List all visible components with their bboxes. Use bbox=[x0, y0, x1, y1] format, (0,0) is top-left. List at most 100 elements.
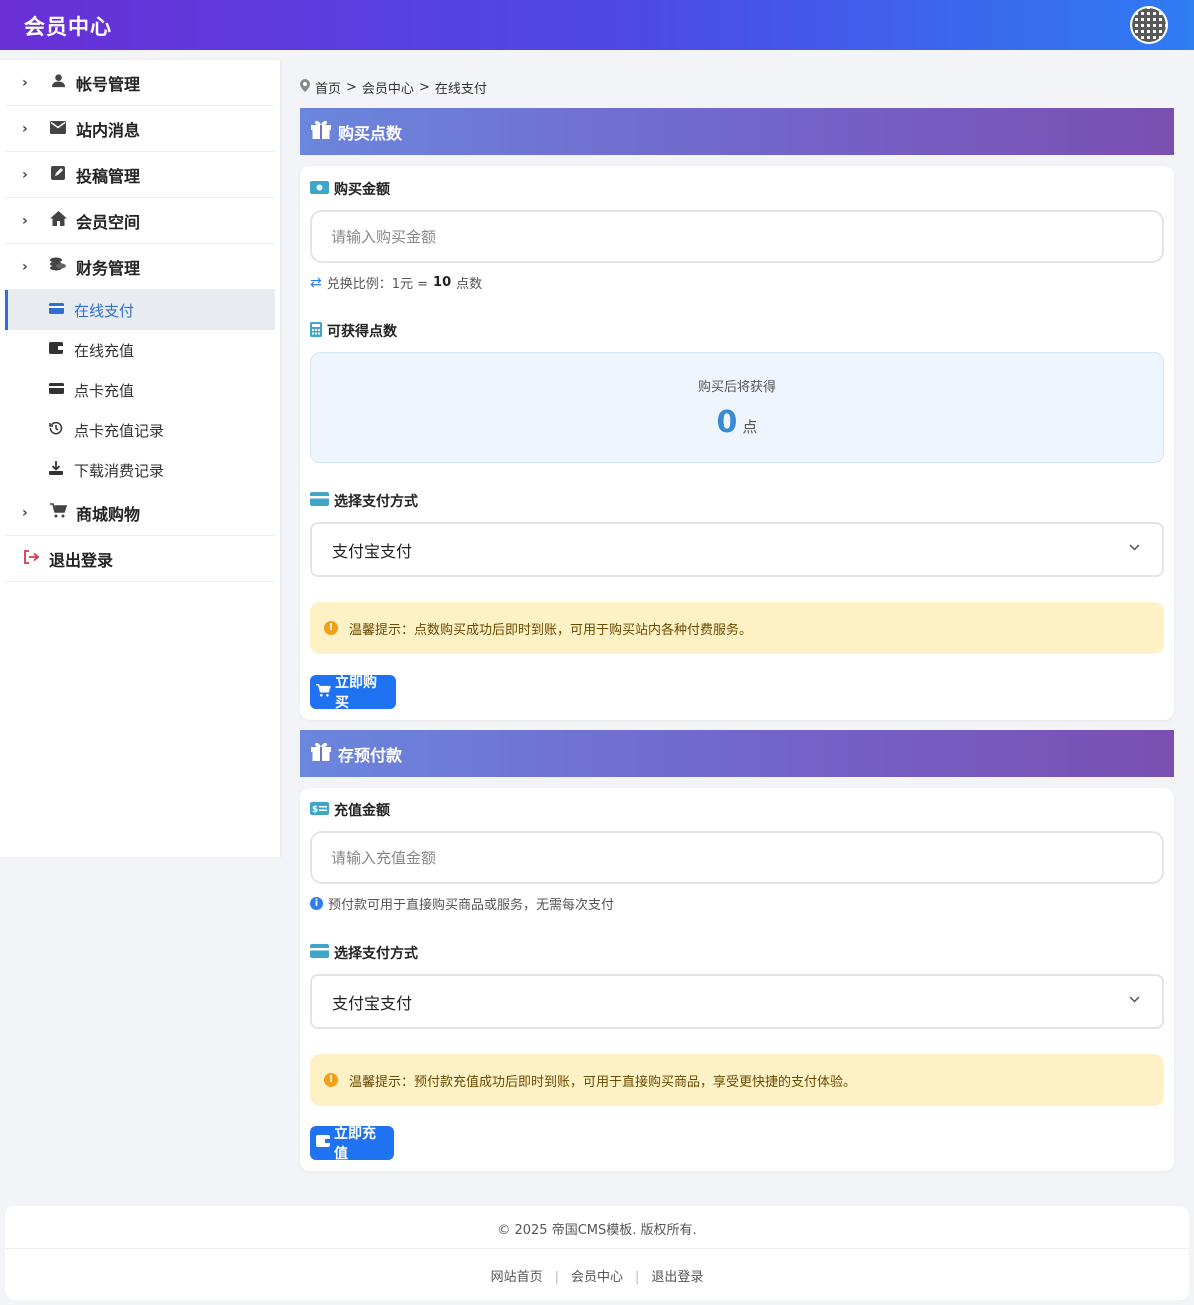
chevron-right-icon: › bbox=[22, 166, 28, 183]
ratio-value: 10 bbox=[433, 275, 452, 290]
chevron-right-icon: › bbox=[22, 120, 28, 137]
notice-text: 温馨提示：预付款充值成功后即时到账，可用于直接购买商品，享受更快捷的支付体验。 bbox=[349, 1074, 857, 1090]
notice-text: 温馨提示：点数购买成功后即时到账，可用于购买站内各种付费服务。 bbox=[349, 622, 753, 638]
pay-method-label: 选择支付方式 bbox=[310, 943, 418, 963]
button-label: 立即购买 bbox=[335, 675, 377, 711]
button-label: 立即充值 bbox=[334, 1126, 376, 1162]
sidebar-sub-online-pay[interactable]: 在线支付 bbox=[5, 290, 275, 330]
breadcrumb-separator: > bbox=[346, 80, 357, 95]
prepay-title: 存预付款 bbox=[338, 745, 403, 765]
footer-link-member-center[interactable]: 会员中心 bbox=[571, 1270, 623, 1285]
buy-now-button[interactable]: 立即购买 bbox=[310, 675, 396, 711]
envelope-icon bbox=[48, 120, 68, 138]
chevron-down-icon bbox=[1129, 992, 1140, 1006]
select-value: 支付宝支付 bbox=[332, 541, 413, 561]
amount-label: 购买金额 bbox=[310, 179, 390, 199]
warning-icon: ! bbox=[324, 621, 338, 635]
copyright-text: © 2025 帝国CMS模板. 版权所有. bbox=[497, 1223, 697, 1238]
sidebar-sub-card-recharge[interactable]: 点卡充值 bbox=[5, 370, 275, 410]
sidebar-item-label: 商城购物 bbox=[76, 504, 141, 524]
points-caption: 购买后将获得 bbox=[697, 380, 776, 395]
ratio-prefix: 兑换比例：1元 = bbox=[326, 277, 429, 292]
points-unit: 点 bbox=[742, 418, 758, 436]
prepay-notice: ! 温馨提示：预付款充值成功后即时到账，可用于直接购买商品，享受更快捷的支付体验… bbox=[310, 1054, 1164, 1106]
breadcrumb-center[interactable]: 会员中心 bbox=[362, 78, 414, 97]
sidebar-item-shop[interactable]: › 商城购物 bbox=[5, 490, 275, 536]
prepay-method-select[interactable]: 支付宝支付 bbox=[310, 974, 1164, 1029]
exchange-icon: ⇄ bbox=[310, 274, 322, 291]
breadcrumb-current: 在线支付 bbox=[434, 82, 487, 97]
recharge-amount-input[interactable]: 请输入充值金额 bbox=[310, 831, 1164, 884]
sidebar-item-label: 站内消息 bbox=[76, 120, 141, 140]
prepay-hint: i 预付款可用于直接购买商品或服务，无需每次支付 bbox=[310, 894, 614, 913]
wallet-icon bbox=[316, 1135, 330, 1151]
sidebar-sub-label: 在线支付 bbox=[74, 301, 135, 320]
chevron-right-icon: › bbox=[22, 258, 28, 275]
recharge-now-button[interactable]: 立即充值 bbox=[310, 1126, 394, 1162]
chevron-right-icon: › bbox=[22, 212, 28, 229]
cart-icon bbox=[316, 683, 331, 701]
exchange-ratio: ⇄ 兑换比例：1元 = 10 点数 bbox=[310, 273, 482, 293]
buy-notice: ! 温馨提示：点数购买成功后即时到账，可用于购买站内各种付费服务。 bbox=[310, 602, 1164, 654]
footer-divider bbox=[5, 1248, 1189, 1249]
user-avatar[interactable] bbox=[1130, 6, 1168, 44]
credit-card-icon bbox=[310, 492, 329, 510]
buy-points-card: 购买金额 请输入购买金额 ⇄ 兑换比例：1元 = 10 点数 可获得点数 购买后… bbox=[300, 166, 1174, 720]
home-icon bbox=[48, 211, 68, 230]
sidebar-item-label: 帐号管理 bbox=[76, 74, 141, 94]
sidebar-item-finance[interactable]: › 财务管理 bbox=[5, 244, 275, 290]
info-icon: i bbox=[310, 897, 323, 910]
pay-method-select[interactable]: 支付宝支付 bbox=[310, 522, 1164, 577]
obtain-label: 可获得点数 bbox=[310, 321, 397, 341]
amount-label-text: 购买金额 bbox=[334, 182, 390, 198]
sidebar-item-label: 退出登录 bbox=[49, 550, 114, 570]
sidebar-item-label: 财务管理 bbox=[76, 258, 141, 278]
sidebar-sub-label: 点卡充值记录 bbox=[74, 421, 165, 440]
download-icon bbox=[47, 461, 65, 479]
sidebar-item-label: 会员空间 bbox=[76, 212, 141, 232]
edit-icon bbox=[48, 165, 68, 184]
coins-icon bbox=[48, 257, 68, 276]
recharge-amount-label: $ 充值金额 bbox=[310, 800, 390, 820]
sidebar: › 帐号管理 › 站内消息 › 投稿管理 › 会员空间 › 财务管理 在线支付 … bbox=[0, 60, 280, 857]
sidebar-sub-download-records[interactable]: 下载消费记录 bbox=[5, 450, 275, 490]
sidebar-item-logout[interactable]: 退出登录 bbox=[5, 536, 275, 582]
recharge-amount-label-text: 充值金额 bbox=[334, 803, 390, 819]
prepay-hint-text: 预付款可用于直接购买商品或服务，无需每次支付 bbox=[328, 898, 615, 913]
gift-icon bbox=[310, 740, 332, 767]
sidebar-item-account[interactable]: › 帐号管理 bbox=[5, 60, 275, 106]
calculator-icon bbox=[310, 321, 322, 341]
breadcrumb: 首页 > 会员中心 > 在线支付 bbox=[300, 78, 487, 97]
buy-amount-input[interactable]: 请输入购买金额 bbox=[310, 210, 1164, 263]
footer-separator: | bbox=[554, 1270, 559, 1285]
map-pin-icon bbox=[300, 79, 310, 96]
breadcrumb-separator: > bbox=[418, 80, 430, 95]
sidebar-item-submissions[interactable]: › 投稿管理 bbox=[5, 152, 275, 198]
points-value: 0点 bbox=[311, 405, 1163, 440]
footer: © 2025 帝国CMS模板. 版权所有. 网站首页 | 会员中心 | 退出登录 bbox=[5, 1206, 1189, 1300]
site-brand[interactable]: 会员中心 bbox=[24, 11, 112, 41]
footer-link-home[interactable]: 网站首页 bbox=[491, 1270, 543, 1285]
footer-link-logout[interactable]: 退出登录 bbox=[651, 1270, 703, 1285]
footer-links: 网站首页 | 会员中心 | 退出登录 bbox=[5, 1266, 1189, 1285]
sidebar-item-space[interactable]: › 会员空间 bbox=[5, 198, 275, 244]
money-icon: $ bbox=[310, 801, 329, 819]
sidebar-sub-label: 点卡充值 bbox=[74, 381, 135, 400]
sidebar-sub-card-records[interactable]: 点卡充值记录 bbox=[5, 410, 275, 450]
gift-icon bbox=[310, 118, 332, 145]
sidebar-item-label: 投稿管理 bbox=[76, 166, 141, 186]
input-placeholder: 请输入充值金额 bbox=[331, 849, 437, 867]
credit-card-icon bbox=[47, 302, 65, 318]
avatar-image bbox=[1132, 8, 1166, 42]
sidebar-sub-label: 下载消费记录 bbox=[74, 461, 165, 480]
credit-card-icon bbox=[47, 382, 65, 398]
svg-text:$: $ bbox=[312, 805, 318, 815]
breadcrumb-home[interactable]: 首页 bbox=[315, 78, 341, 97]
chevron-right-icon: › bbox=[22, 74, 28, 91]
pay-method-label-text: 选择支付方式 bbox=[334, 946, 418, 962]
sidebar-item-messages[interactable]: › 站内消息 bbox=[5, 106, 275, 152]
sidebar-sub-online-recharge[interactable]: 在线充值 bbox=[5, 330, 275, 370]
user-icon bbox=[48, 73, 68, 92]
points-result-box: 购买后将获得 0点 bbox=[310, 352, 1164, 463]
sidebar-sub-label: 在线充值 bbox=[74, 341, 135, 360]
